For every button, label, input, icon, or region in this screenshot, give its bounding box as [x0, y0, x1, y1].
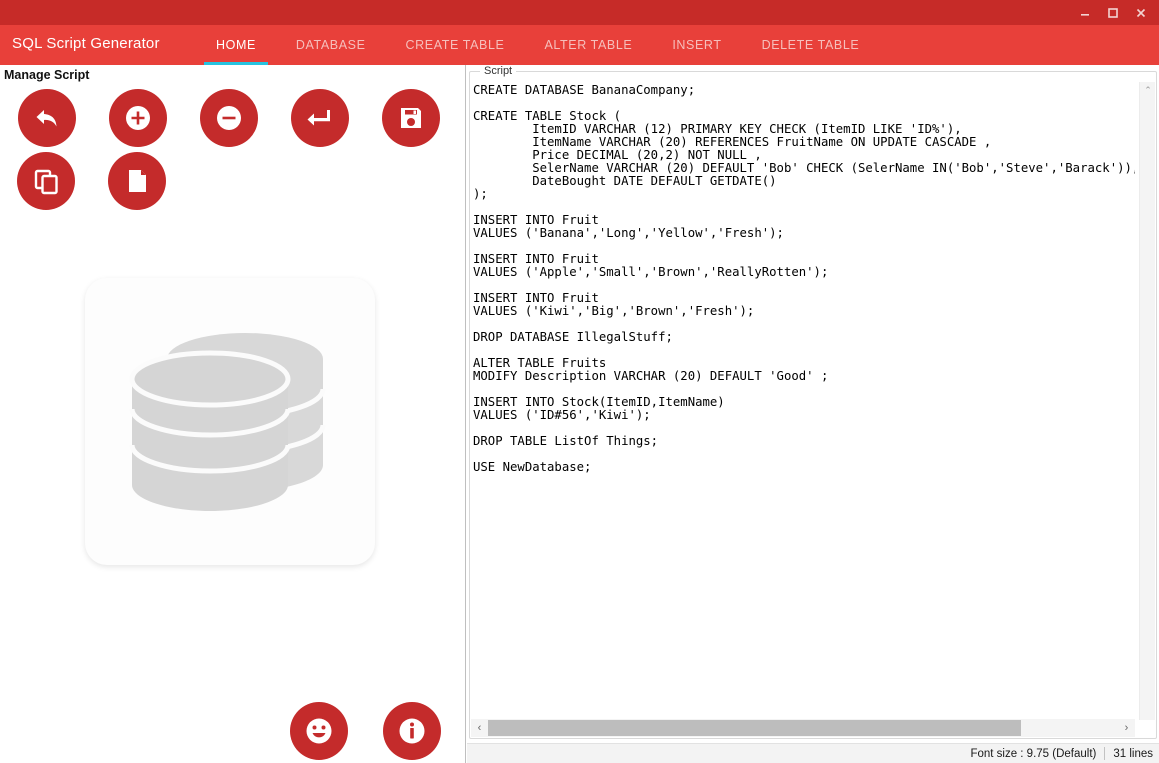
scroll-up-arrow-icon[interactable]: ⌃ [1140, 82, 1156, 99]
hscroll-track[interactable] [1021, 720, 1118, 736]
script-horizontal-scrollbar[interactable]: ‹ › [471, 719, 1135, 737]
line-count-status: 31 lines [1113, 747, 1153, 760]
nav-bar: SQL Script Generator HOME DATABASE CREAT… [0, 25, 1159, 65]
script-groupbox: Script CREATE DATABASE BananaCompany; CR… [469, 65, 1157, 739]
status-bar: Font size : 9.75 (Default) 31 lines [467, 743, 1159, 763]
tab-create-table-label: CREATE TABLE [405, 38, 505, 52]
add-button[interactable] [109, 89, 167, 147]
smiley-button[interactable] [290, 702, 348, 760]
new-document-icon [120, 164, 154, 198]
copy-button[interactable] [17, 152, 75, 210]
scroll-right-arrow-icon[interactable]: › [1118, 719, 1135, 737]
tab-home[interactable]: HOME [196, 25, 276, 65]
tab-insert[interactable]: INSERT [652, 25, 741, 65]
script-editor[interactable]: CREATE DATABASE BananaCompany; CREATE TA… [471, 82, 1135, 720]
script-panel: Script CREATE DATABASE BananaCompany; CR… [467, 65, 1159, 743]
font-size-status: Font size : 9.75 (Default) [970, 747, 1097, 760]
app-window: SQL Script Generator HOME DATABASE CREAT… [0, 0, 1159, 763]
undo-arrow-icon [30, 101, 64, 135]
scroll-left-arrow-icon[interactable]: ‹ [471, 719, 488, 737]
manage-script-panel: Manage Script [0, 65, 466, 763]
copy-icon [29, 164, 63, 198]
hscroll-thumb[interactable] [488, 720, 1021, 736]
nav-tabs: HOME DATABASE CREATE TABLE ALTER TABLE I… [196, 25, 879, 65]
info-circle-icon [395, 714, 429, 748]
enter-arrow-icon [303, 101, 337, 135]
maximize-icon[interactable] [1099, 0, 1127, 25]
new-file-button[interactable] [108, 152, 166, 210]
app-title: SQL Script Generator [12, 35, 160, 52]
smiley-face-icon [302, 714, 336, 748]
undo-button[interactable] [18, 89, 76, 147]
info-button[interactable] [383, 702, 441, 760]
script-content: CREATE DATABASE BananaCompany; CREATE TA… [473, 83, 1135, 474]
minimize-icon[interactable] [1071, 0, 1099, 25]
enter-button[interactable] [291, 89, 349, 147]
tab-home-label: HOME [216, 38, 256, 52]
save-button[interactable] [382, 89, 440, 147]
database-illustration-card [85, 278, 375, 565]
tab-delete-table-label: DELETE TABLE [761, 38, 860, 52]
tab-database[interactable]: DATABASE [276, 25, 386, 65]
remove-button[interactable] [200, 89, 258, 147]
script-groupbox-label: Script [480, 65, 517, 77]
tab-alter-table-label: ALTER TABLE [544, 38, 633, 52]
tab-insert-label: INSERT [672, 38, 722, 52]
plus-circle-icon [121, 101, 155, 135]
tab-alter-table[interactable]: ALTER TABLE [524, 25, 652, 65]
window-controls [1071, 0, 1155, 25]
tab-create-table[interactable]: CREATE TABLE [386, 25, 525, 65]
panel-title: Manage Script [4, 68, 90, 82]
tab-database-label: DATABASE [295, 38, 366, 52]
status-divider [1104, 747, 1106, 760]
close-icon[interactable] [1127, 0, 1155, 25]
tab-delete-table[interactable]: DELETE TABLE [742, 25, 880, 65]
database-stack-icon [105, 297, 355, 547]
title-bar [0, 0, 1159, 25]
floppy-disk-icon [394, 101, 428, 135]
script-vertical-scrollbar[interactable]: ⌃ [1139, 82, 1155, 720]
minus-circle-icon [212, 101, 246, 135]
